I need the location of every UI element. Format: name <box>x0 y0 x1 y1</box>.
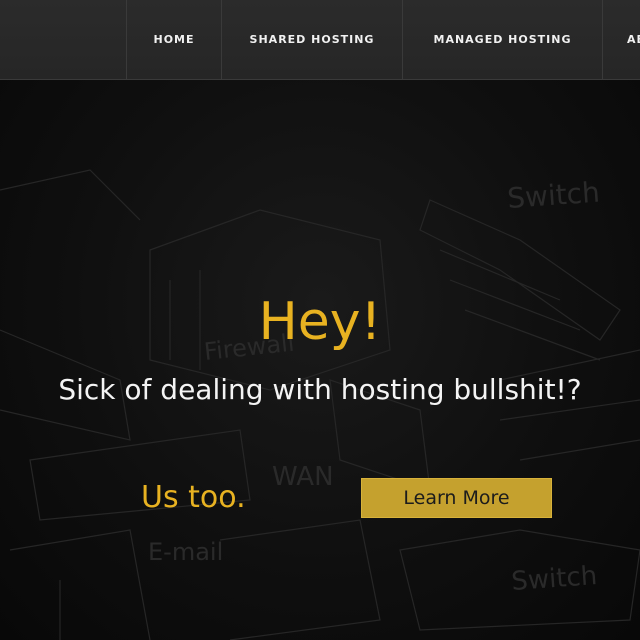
hero-section: Switch Firewall WAN E-mail Switch Hey! S… <box>0 80 640 640</box>
svg-text:Switch: Switch <box>510 561 598 597</box>
learn-more-button[interactable]: Learn More <box>361 478 552 518</box>
main-nav: HOME SHARED HOSTING MANAGED HOSTING AB <box>126 0 640 79</box>
network-sketch-background: Switch Firewall WAN E-mail Switch <box>0 169 640 640</box>
hero-tagline: Us too. <box>141 480 246 515</box>
nav-item-managed-hosting[interactable]: MANAGED HOSTING <box>402 0 602 79</box>
nav-item-about[interactable]: AB <box>602 0 640 79</box>
nav-item-shared-hosting[interactable]: SHARED HOSTING <box>221 0 402 79</box>
svg-text:WAN: WAN <box>272 462 334 492</box>
hero-title: Hey! <box>258 292 382 352</box>
svg-text:E-mail: E-mail <box>148 538 223 566</box>
hero-subtitle: Sick of dealing with hosting bullshit!? <box>58 373 582 406</box>
top-navigation-bar: HOME SHARED HOSTING MANAGED HOSTING AB <box>0 0 640 80</box>
svg-text:Switch: Switch <box>506 176 601 215</box>
page: HOME SHARED HOSTING MANAGED HOSTING AB S… <box>0 0 640 640</box>
nav-item-home[interactable]: HOME <box>126 0 221 79</box>
